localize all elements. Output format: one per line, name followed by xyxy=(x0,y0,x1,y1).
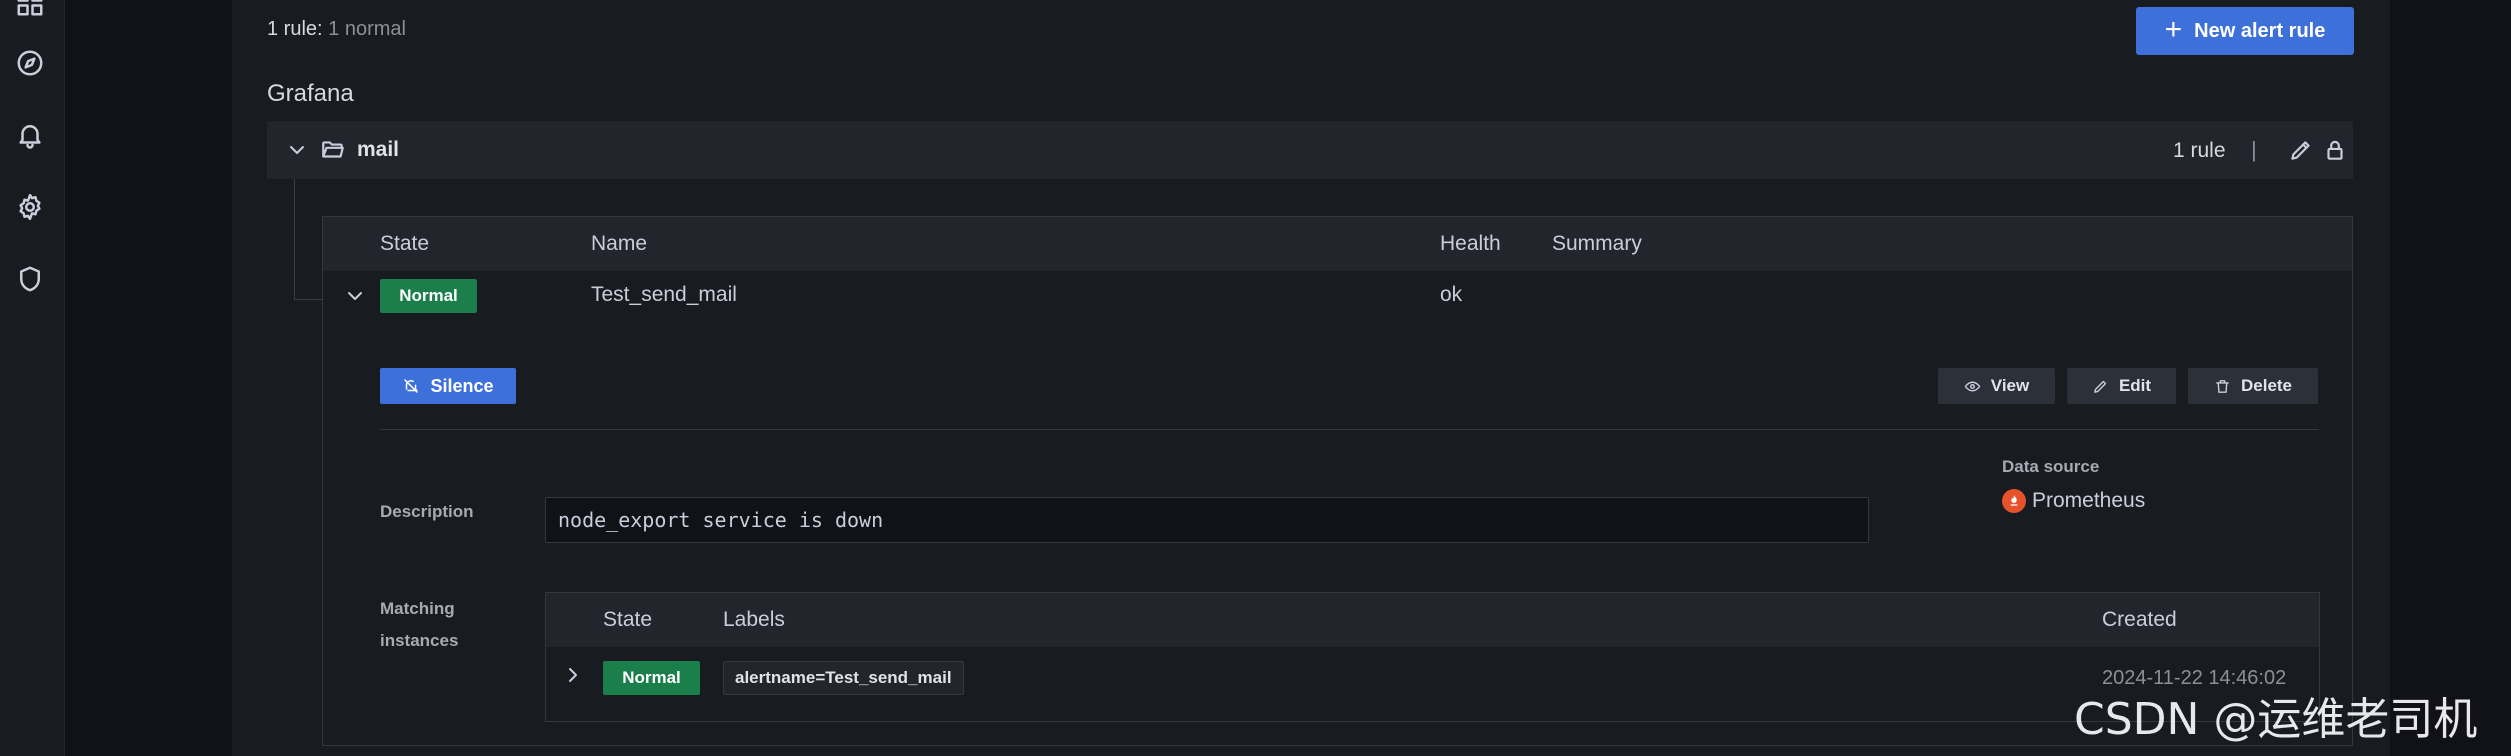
rule-health: ok xyxy=(1440,283,1463,306)
datasource-group-title: Grafana xyxy=(267,80,354,107)
chevron-right-icon[interactable] xyxy=(561,663,585,687)
rule-name: Test_send_mail xyxy=(591,283,737,306)
description-value: node_export service is down xyxy=(545,497,1869,543)
alerting-bell-icon[interactable] xyxy=(15,120,45,150)
table-row[interactable]: Normal Test_send_mail ok xyxy=(323,271,2352,321)
watermark: CSDN @运维老司机 xyxy=(2074,694,2478,745)
dashboards-icon[interactable] xyxy=(15,0,45,18)
tree-connector-vertical xyxy=(294,179,295,299)
instances-table-header: State Labels Created xyxy=(546,593,2319,647)
instance-label-chip[interactable]: alertname=Test_send_mail xyxy=(723,661,964,695)
instances-table: State Labels Created Normal alertname=Te… xyxy=(545,592,2320,722)
chevron-down-icon[interactable] xyxy=(343,284,367,308)
actions-divider xyxy=(380,429,2319,430)
table-row[interactable]: Normal alertname=Test_send_mail 2024-11-… xyxy=(546,647,2319,723)
rules-state-count: 1 normal xyxy=(328,18,406,40)
new-alert-rule-button[interactable]: + New alert rule xyxy=(2136,7,2354,55)
delete-button[interactable]: Delete xyxy=(2188,368,2318,404)
edit-button[interactable]: Edit xyxy=(2067,368,2176,404)
edit-label: Edit xyxy=(2118,376,2152,395)
permissions-lock-icon[interactable] xyxy=(2322,137,2348,163)
view-button[interactable]: View xyxy=(1938,368,2055,404)
eye-icon xyxy=(1964,381,1981,391)
column-header-health[interactable]: Health xyxy=(1440,232,1501,256)
rules-table: State Name Health Summary Normal Test_se… xyxy=(322,216,2353,746)
column-header-summary[interactable]: Summary xyxy=(1552,232,1642,256)
instance-state-badge: Normal xyxy=(603,661,700,695)
prometheus-logo-icon xyxy=(2002,489,2026,513)
instances-column-labels[interactable]: Labels xyxy=(723,608,785,632)
folder-open-icon xyxy=(322,141,344,158)
folder-row[interactable]: mail 1 rule | xyxy=(267,121,2353,179)
side-nav xyxy=(0,0,65,756)
datasource-value[interactable]: Prometheus xyxy=(2002,489,2145,513)
state-badge: Normal xyxy=(380,279,477,313)
column-header-name[interactable]: Name xyxy=(591,232,647,256)
explore-compass-icon[interactable] xyxy=(15,48,45,78)
chevron-down-icon[interactable] xyxy=(285,138,309,162)
rules-count: 1 rule: xyxy=(267,18,323,40)
left-gutter xyxy=(65,0,232,756)
silence-label: Silence xyxy=(430,375,494,396)
matching-label-line1: Matching xyxy=(380,599,455,618)
matching-label-line2: instances xyxy=(380,631,459,650)
folder-name: mail xyxy=(357,138,400,161)
new-alert-rule-label: New alert rule xyxy=(2194,19,2326,42)
pencil-icon xyxy=(2094,380,2107,393)
datasource-label: Data source xyxy=(2002,457,2100,476)
shield-icon[interactable] xyxy=(15,264,45,294)
tree-connector-horizontal xyxy=(294,299,322,300)
silence-button[interactable]: Silence xyxy=(380,368,516,404)
folder-separator: | xyxy=(2251,137,2257,162)
right-gutter xyxy=(2390,0,2511,756)
rules-table-header: State Name Health Summary xyxy=(323,217,2352,271)
datasource-name: Prometheus xyxy=(2032,489,2146,512)
plus-icon: + xyxy=(2164,12,2183,46)
instances-column-created[interactable]: Created xyxy=(2102,608,2177,632)
edit-folder-pencil-icon[interactable] xyxy=(2288,137,2314,163)
view-label: View xyxy=(1990,376,2030,395)
column-header-state[interactable]: State xyxy=(380,232,429,256)
instances-column-state[interactable]: State xyxy=(603,608,652,632)
matching-instances-label: Matching instances xyxy=(380,593,458,657)
folder-rule-count: 1 rule xyxy=(2173,139,2226,162)
settings-gear-icon[interactable] xyxy=(15,192,45,222)
trash-icon xyxy=(2216,379,2229,393)
description-label: Description xyxy=(380,502,474,521)
rules-summary: 1 rule: 1 normal xyxy=(267,18,406,41)
delete-label: Delete xyxy=(2240,376,2293,395)
bell-slash-icon xyxy=(404,379,419,393)
